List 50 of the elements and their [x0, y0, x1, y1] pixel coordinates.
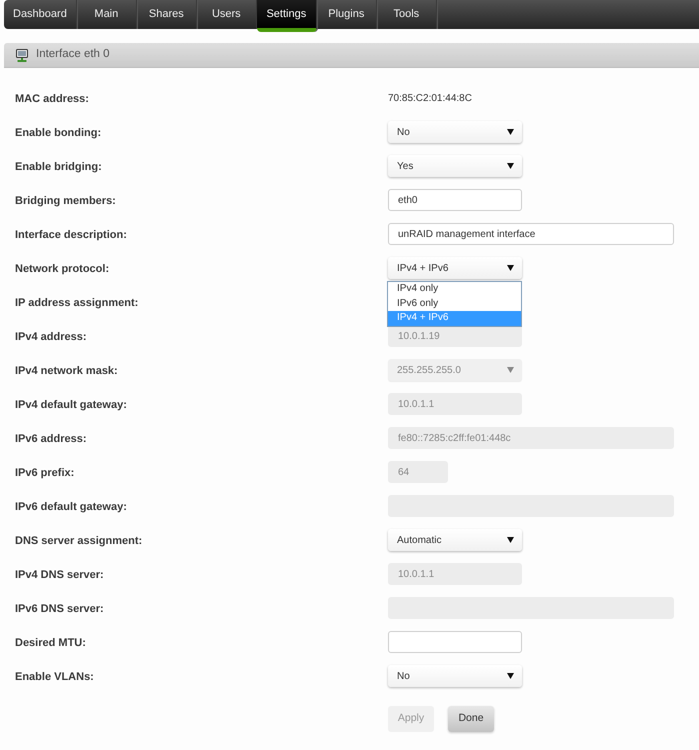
action-button[interactable]: Done: [448, 706, 494, 732]
dropdown[interactable]: No: [388, 121, 522, 143]
caret-icon: [507, 537, 514, 543]
field-label: IPv4 network mask:: [15, 365, 118, 377]
nav-tab[interactable]: Plugins: [316, 0, 377, 29]
dropdown[interactable]: Automatic: [388, 529, 522, 551]
input-field: fe80::7285:c2ff:fe01:448c: [388, 427, 674, 449]
section-title: Interface eth 0: [36, 47, 110, 62]
input-field[interactable]: [388, 631, 522, 653]
caret-icon: [507, 367, 514, 373]
caret-icon: [507, 673, 514, 679]
dropdown[interactable]: IPv4 + IPv6: [388, 257, 522, 279]
field-label: Network protocol:: [15, 263, 110, 275]
field-label: Interface description:: [15, 229, 127, 241]
field-label: Desired MTU:: [15, 637, 86, 649]
nav-tab[interactable]: Settings: [256, 0, 317, 32]
field-label: DNS server assignment:: [15, 535, 142, 547]
nav-tab[interactable]: Shares: [136, 0, 197, 29]
dropdown[interactable]: No: [388, 665, 522, 687]
input-field: 10.0.1.1: [388, 563, 522, 585]
field-label: IPv6 default gateway:: [15, 501, 127, 513]
field-label: Enable bonding:: [15, 127, 102, 139]
field-label: Bridging members:: [15, 195, 116, 207]
caret-icon: [507, 129, 514, 135]
input-field[interactable]: unRAID management interface: [388, 223, 674, 245]
monitor-icon: [16, 48, 28, 62]
field-label: IPv4 DNS server:: [15, 569, 104, 581]
dropdown[interactable]: Yes: [388, 155, 522, 177]
field-label: MAC address:: [15, 93, 89, 105]
input-field: 10.0.1.1: [388, 393, 522, 415]
field-label: IPv6 prefix:: [15, 467, 74, 479]
dropdown-option[interactable]: IPv4 only: [388, 282, 521, 296]
field-label: IPv4 default gateway:: [15, 399, 127, 411]
input-field: 10.0.1.19: [388, 325, 522, 347]
dropdown: 255.255.255.0: [388, 359, 522, 381]
caret-icon: [507, 265, 514, 271]
field-label: IPv6 address:: [15, 433, 87, 445]
input-field[interactable]: eth0: [388, 189, 522, 211]
dropdown-option[interactable]: IPv6 only: [388, 296, 521, 311]
caret-icon: [507, 163, 514, 169]
field-label: Enable bridging:: [15, 161, 102, 173]
field-label: IP address assignment:: [15, 297, 138, 309]
input-field: 64: [388, 461, 448, 483]
nav-tab[interactable]: Dashboard: [4, 0, 77, 29]
nav-tab[interactable]: Main: [76, 0, 137, 29]
field-value: 70:85:C2:01:44:8C: [388, 92, 472, 106]
nav-tab[interactable]: Tools: [376, 0, 437, 29]
field-label: IPv4 address:: [15, 331, 87, 343]
field-label: Enable VLANs:: [15, 671, 94, 683]
field-label: IPv6 DNS server:: [15, 603, 104, 615]
